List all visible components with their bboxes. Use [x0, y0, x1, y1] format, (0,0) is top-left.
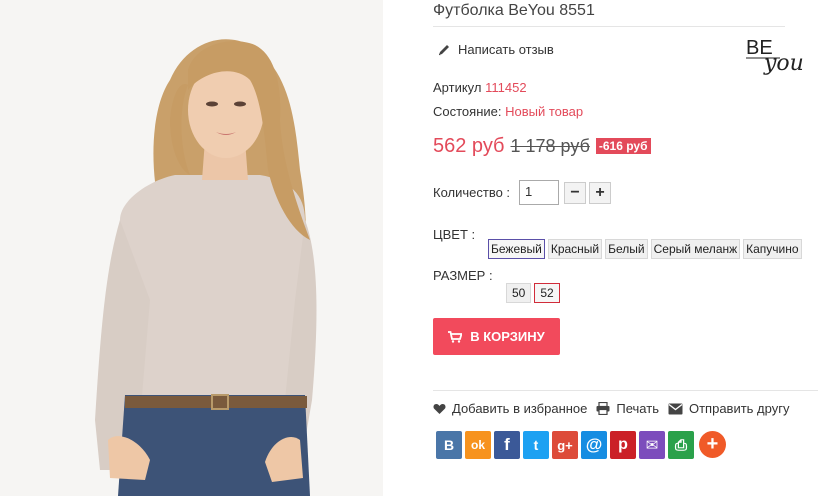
google-plus-share-icon[interactable]: g+ — [552, 431, 578, 459]
color-option[interactable]: Красный — [547, 239, 603, 259]
actions-divider — [433, 390, 818, 391]
add-to-cart-button[interactable]: В КОРЗИНУ — [433, 318, 560, 355]
price-block: 562 руб 1 178 руб -616 руб — [433, 135, 651, 158]
color-option[interactable]: Серый меланж — [650, 239, 741, 259]
size-options: 50 52 — [506, 283, 560, 303]
color-option[interactable]: Белый — [605, 239, 648, 259]
odnoklassniki-share-icon[interactable]: ok — [465, 431, 491, 459]
color-option[interactable]: Бежевый — [488, 239, 545, 259]
size-option[interactable]: 52 — [534, 283, 560, 303]
quantity-label: Количество : — [433, 185, 511, 200]
send-to-friend-link[interactable]: Отправить другу — [668, 401, 789, 416]
quantity-row: Количество : 1 − + — [433, 180, 614, 205]
condition-row: Состояние: Новый товар — [433, 104, 583, 119]
write-review-label: Написать отзыв — [458, 42, 554, 57]
sku-label: Артикул — [433, 80, 482, 95]
brand-logo[interactable]: BE you — [740, 32, 810, 80]
condition-label: Состояние: — [433, 104, 502, 119]
price-old: 1 178 руб — [510, 136, 590, 156]
color-options: Бежевый Красный Белый Серый меланж Капуч… — [488, 239, 802, 259]
send-label: Отправить другу — [688, 401, 790, 416]
product-info: Футболка BeYou 8551 BE you Написать отзы… — [433, 0, 818, 496]
wishlist-label: Добавить в избранное — [452, 401, 588, 416]
color-label: ЦВЕТ : — [433, 227, 476, 242]
print-link[interactable]: Печать — [596, 401, 659, 416]
mail-ru-share-icon[interactable]: @ — [581, 431, 607, 459]
vk-share-icon[interactable]: B — [436, 431, 462, 459]
size-option[interactable]: 50 — [506, 283, 532, 303]
more-share-icon[interactable]: + — [699, 431, 726, 458]
add-to-cart-label: В КОРЗИНУ — [470, 329, 545, 344]
add-to-wishlist-link[interactable]: Добавить в избранное — [433, 401, 587, 416]
write-review-link[interactable]: Написать отзыв — [437, 42, 554, 57]
email-share-icon[interactable]: ✉ — [639, 431, 665, 459]
envelope-icon — [668, 403, 683, 414]
twitter-share-icon[interactable]: t — [523, 431, 549, 459]
print-label: Печать — [616, 401, 659, 416]
size-label: РАЗМЕР : — [433, 268, 493, 283]
product-title: Футболка BeYou 8551 — [433, 2, 595, 19]
product-actions: Добавить в избранное Печать Отправить др… — [433, 401, 798, 416]
heart-icon — [433, 403, 446, 414]
social-share-bar: B ok f t g+ @ p ✉ ⎙ + — [436, 431, 726, 459]
printer-icon — [596, 402, 610, 415]
discount-badge: -616 руб — [595, 138, 651, 154]
facebook-share-icon[interactable]: f — [494, 431, 520, 459]
pinterest-share-icon[interactable]: p — [610, 431, 636, 459]
title-divider — [433, 26, 785, 27]
svg-text:you: you — [763, 51, 804, 76]
quantity-input[interactable]: 1 — [519, 180, 560, 205]
product-photo[interactable] — [0, 0, 383, 496]
quantity-minus-button[interactable]: − — [564, 181, 587, 204]
print-share-icon[interactable]: ⎙ — [668, 431, 694, 459]
sku-value: 111452 — [485, 80, 527, 95]
sku-row: Артикул 111452 — [433, 80, 527, 95]
color-option[interactable]: Капучино — [743, 239, 802, 259]
pencil-icon — [439, 44, 449, 55]
cart-icon — [448, 330, 463, 343]
price-new: 562 руб — [433, 135, 505, 157]
condition-value: Новый товар — [505, 104, 584, 119]
quantity-plus-button[interactable]: + — [589, 181, 612, 204]
